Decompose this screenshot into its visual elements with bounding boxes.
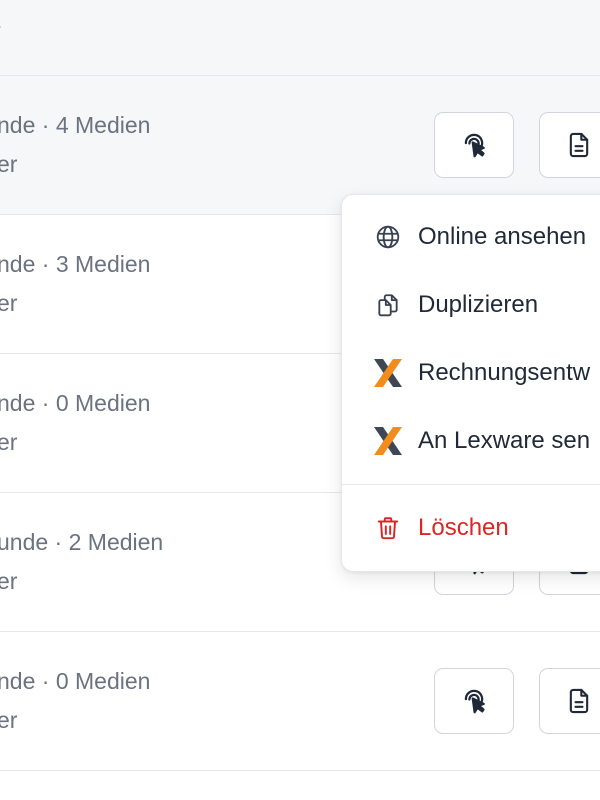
document-icon: [569, 688, 589, 714]
menu-item-duplicate[interactable]: Duplizieren: [342, 275, 600, 335]
menu-item-label: Rechnungsentw: [418, 359, 591, 386]
item-meta: nde · 0 Medien: [0, 390, 151, 416]
chevron-icon: ›: [0, 18, 1, 36]
globe-icon: [372, 221, 404, 253]
lexware-logo-icon: [372, 425, 404, 457]
document-button[interactable]: [539, 112, 600, 178]
menu-item-send-lexware[interactable]: An Lexware sen: [342, 411, 600, 471]
interactive-view-button[interactable]: [434, 112, 514, 178]
item-meta: unde · 2 Medien: [0, 529, 164, 555]
menu-item-invoice-draft[interactable]: Rechnungsentw: [342, 343, 600, 403]
item-sub: er: [0, 290, 18, 316]
item-meta: nde · 4 Medien: [0, 112, 151, 138]
menu-item-view-online[interactable]: Online ansehen: [342, 207, 600, 267]
item-sub: er: [0, 151, 18, 177]
touch-pointer-icon: [464, 689, 485, 714]
list-header: ›: [0, 0, 600, 76]
document-icon: [569, 132, 589, 158]
item-meta: nde · 3 Medien: [0, 251, 151, 277]
item-meta: nde · 0 Medien: [0, 668, 151, 694]
menu-item-label: Löschen: [418, 514, 509, 541]
lexware-logo-icon: [372, 357, 404, 389]
menu-item-label: Online ansehen: [418, 223, 587, 250]
item-sub: er: [0, 568, 18, 594]
copy-icon: [372, 289, 404, 321]
interactive-view-button[interactable]: [434, 668, 514, 734]
menu-item-label: Duplizieren: [418, 291, 539, 318]
trash-icon: [372, 512, 404, 544]
menu-item-delete[interactable]: Löschen: [342, 498, 600, 558]
actions-dropdown-menu: Online ansehen Duplizieren Rechnungsentw: [341, 194, 600, 572]
document-button[interactable]: [539, 668, 600, 734]
list-item[interactable]: nde · 0 Medien er: [0, 632, 600, 771]
menu-divider: [342, 484, 600, 485]
item-sub: er: [0, 707, 18, 733]
touch-pointer-icon: [464, 133, 485, 158]
item-sub: er: [0, 429, 18, 455]
menu-item-label: An Lexware sen: [418, 427, 591, 454]
